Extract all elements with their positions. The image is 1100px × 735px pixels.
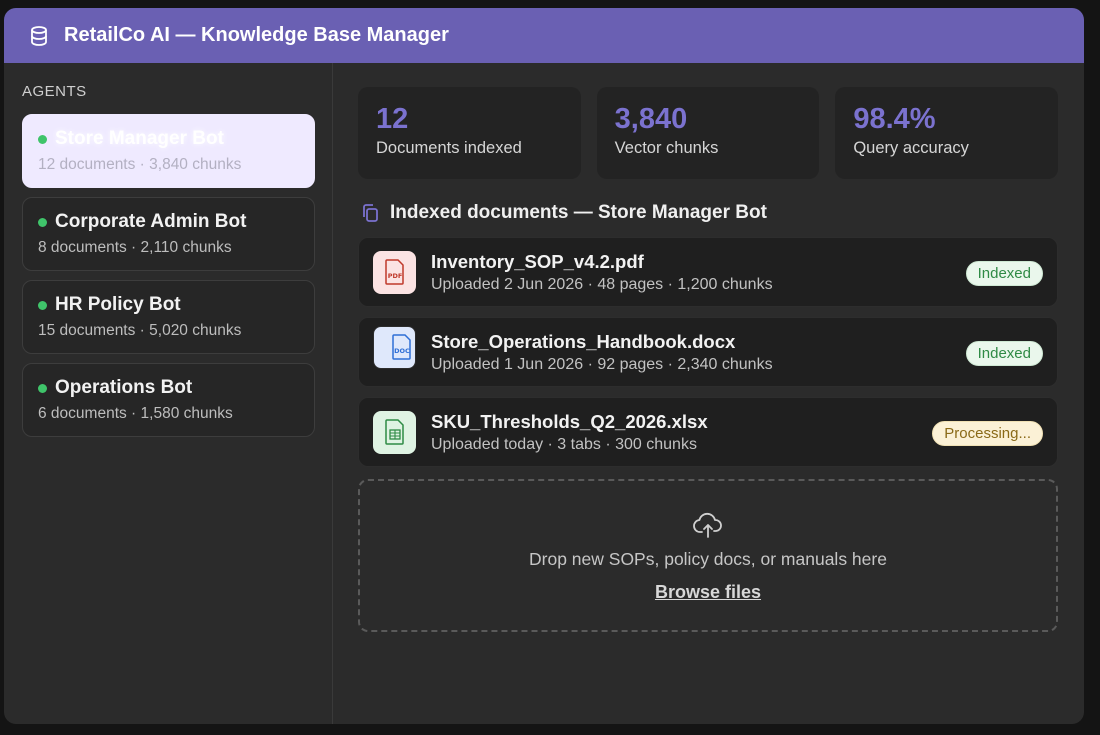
agent-meta: 6 documents · 1,580 chunks bbox=[38, 405, 233, 422]
doc-file-icon: DOC bbox=[373, 325, 416, 369]
online-status-dot bbox=[38, 217, 47, 227]
title-bar: RetailCo AI — Knowledge Base Manager bbox=[4, 8, 1084, 63]
document-name: Inventory_SOP_v4.2.pdf bbox=[431, 250, 644, 272]
app-window: RetailCo AI — Knowledge Base Manager AGE… bbox=[4, 8, 1084, 724]
status-badge: Processing... bbox=[932, 421, 1043, 446]
agent-name: Operations Bot bbox=[55, 377, 193, 398]
document-meta: Uploaded 2 Jun 2026 · 48 pages · 1,200 c… bbox=[431, 275, 773, 293]
database-icon bbox=[28, 25, 50, 47]
spreadsheet-file-icon bbox=[373, 410, 416, 454]
stat-query-accuracy: 98.4% Query accuracy bbox=[835, 87, 1059, 179]
dropzone-hint: Drop new SOPs, policy docs, or manuals h… bbox=[529, 549, 887, 569]
documents-section-heading: Indexed documents — Store Manager Bot bbox=[360, 202, 1058, 224]
agent-corporate-admin-bot[interactable]: Corporate Admin Bot 8 documents · 2,110 … bbox=[22, 197, 315, 271]
document-row[interactable]: PDF Inventory_SOP_v4.2.pdf Uploaded 2 Ju… bbox=[358, 237, 1058, 307]
agents-sidebar: AGENTS Store Manager Bot 12 documents · … bbox=[4, 63, 333, 724]
online-status-dot bbox=[38, 383, 47, 393]
agent-meta: 15 documents · 5,020 chunks bbox=[38, 322, 242, 339]
stat-label: Vector chunks bbox=[614, 139, 719, 157]
document-meta: Uploaded 1 Jun 2026 · 92 pages · 2,340 c… bbox=[431, 355, 773, 373]
document-list: PDF Inventory_SOP_v4.2.pdf Uploaded 2 Ju… bbox=[358, 237, 1058, 467]
copy-icon bbox=[360, 203, 380, 223]
online-status-dot bbox=[38, 300, 47, 310]
status-badge: Indexed bbox=[965, 261, 1043, 286]
svg-text:PDF: PDF bbox=[387, 272, 402, 280]
main-panel: 12 Documents indexed 3,840 Vector chunks… bbox=[358, 63, 1059, 632]
agent-name: HR Policy Bot bbox=[55, 294, 181, 315]
agent-hr-policy-bot[interactable]: HR Policy Bot 15 documents · 5,020 chunk… bbox=[22, 280, 315, 354]
file-dropzone[interactable]: Drop new SOPs, policy docs, or manuals h… bbox=[358, 479, 1058, 632]
document-row[interactable]: DOC Store_Operations_Handbook.docx Uploa… bbox=[358, 317, 1058, 387]
document-row[interactable]: SKU_Thresholds_Q2_2026.xlsx Uploaded tod… bbox=[358, 397, 1058, 467]
document-meta: Uploaded today · 3 tabs · 300 chunks bbox=[431, 435, 697, 453]
agent-operations-bot[interactable]: Operations Bot 6 documents · 1,580 chunk… bbox=[22, 363, 315, 437]
pdf-file-icon: PDF bbox=[373, 250, 416, 294]
agent-name: Store Manager Bot bbox=[55, 128, 224, 149]
section-title: Indexed documents — Store Manager Bot bbox=[390, 202, 767, 223]
online-status-dot bbox=[38, 134, 47, 144]
stat-documents-indexed: 12 Documents indexed bbox=[358, 87, 581, 179]
browse-files-link[interactable]: Browse files bbox=[655, 582, 761, 603]
agent-meta: 12 documents · 3,840 chunks bbox=[38, 156, 242, 173]
stat-value: 98.4% bbox=[853, 103, 936, 135]
stat-vector-chunks: 3,840 Vector chunks bbox=[596, 87, 820, 179]
status-badge: Indexed bbox=[965, 341, 1043, 366]
document-name: SKU_Thresholds_Q2_2026.xlsx bbox=[431, 410, 708, 432]
stats-row: 12 Documents indexed 3,840 Vector chunks… bbox=[358, 87, 1059, 179]
stat-value: 3,840 bbox=[614, 103, 688, 135]
agent-name: Corporate Admin Bot bbox=[55, 211, 247, 232]
cloud-upload-icon bbox=[692, 511, 724, 539]
stat-label: Documents indexed bbox=[376, 139, 522, 157]
document-name: Store_Operations_Handbook.docx bbox=[431, 330, 736, 352]
agent-meta: 8 documents · 2,110 chunks bbox=[38, 239, 232, 256]
agents-heading: AGENTS bbox=[22, 83, 87, 100]
stat-label: Query accuracy bbox=[853, 139, 969, 157]
stat-value: 12 bbox=[376, 103, 409, 135]
app-title: RetailCo AI — Knowledge Base Manager bbox=[64, 24, 449, 46]
svg-text:DOC: DOC bbox=[394, 347, 410, 355]
agent-store-manager-bot[interactable]: Store Manager Bot 12 documents · 3,840 c… bbox=[22, 114, 315, 188]
